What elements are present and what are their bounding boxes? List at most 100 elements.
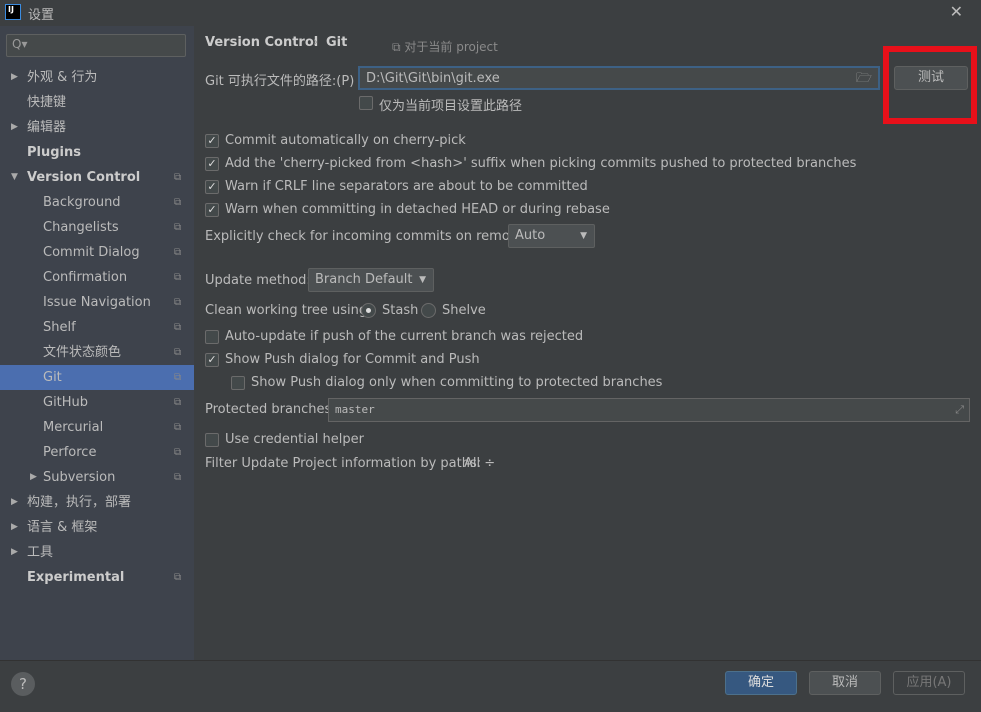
breadcrumb-separator: › (313, 35, 319, 50)
copy-icon: ⧉ (174, 222, 182, 233)
sidebar-item-label: Plugins (27, 145, 81, 160)
chevron-down-icon[interactable]: ▼ (11, 165, 18, 190)
copy-icon: ⧉ (174, 347, 182, 358)
stash-radio[interactable] (361, 303, 376, 318)
sidebar-item[interactable]: Git ⧉ (0, 365, 194, 390)
sidebar-item[interactable]: Experimental ⧉ (0, 565, 194, 590)
protected-branches-input[interactable]: master ⤢ (328, 398, 970, 422)
sidebar-item-label: Commit Dialog (43, 245, 140, 260)
folder-icon[interactable]: 🗁 (856, 68, 872, 90)
sidebar-item[interactable]: ▶ 外观 & 行为 (0, 65, 194, 90)
sidebar-item[interactable]: 快捷键 (0, 90, 194, 115)
sidebar-item[interactable]: ▶ 语言 & 框架 (0, 515, 194, 540)
breadcrumb-parent[interactable]: Version Control (205, 35, 318, 50)
sidebar-item-label: 构建，执行，部署 (27, 495, 132, 510)
sidebar-item[interactable]: Changelists ⧉ (0, 215, 194, 240)
option-label: Warn if CRLF line separators are about t… (225, 179, 588, 194)
chevron-right-icon[interactable]: ▶ (11, 65, 18, 90)
chevron-right-icon[interactable]: ▶ (11, 490, 18, 515)
git-path-input[interactable]: D:\Git\Git\bin\git.exe 🗁 (358, 66, 880, 90)
sidebar: Q▾ ▶ 外观 & 行为快捷键 ▶ 编辑器 Plugins ▼ Version Contro… (0, 26, 194, 660)
sidebar-item[interactable]: 文件状态颜色 ⧉ (0, 340, 194, 365)
chevron-right-icon[interactable]: ▶ (11, 515, 18, 540)
copy-icon: ⧉ (174, 372, 182, 383)
sidebar-item[interactable]: ▼ Version Control ⧉ (0, 165, 194, 190)
option-checkbox[interactable]: ✓ (205, 180, 219, 194)
copy-icon: ⧉ (392, 40, 405, 54)
update-method-dropdown[interactable]: Branch Default ▼ (308, 268, 434, 292)
auto-update-checkbox[interactable] (205, 330, 219, 344)
shelve-label: Shelve (442, 303, 486, 318)
copy-icon: ⧉ (174, 322, 182, 333)
credential-checkbox[interactable] (205, 433, 219, 447)
chevron-right-icon[interactable]: ▶ (11, 115, 18, 140)
settings-tree: ▶ 外观 & 行为快捷键 ▶ 编辑器 Plugins ▼ Version Control ⧉ B… (0, 65, 194, 590)
chevron-right-icon[interactable]: ▶ (30, 465, 37, 490)
sidebar-item[interactable]: Confirmation ⧉ (0, 265, 194, 290)
filter-dropdown[interactable]: All ÷ (464, 456, 495, 471)
highlight-box (883, 46, 977, 124)
git-path-label: Git 可执行文件的路径:(P) (205, 74, 355, 89)
show-push-protected-checkbox[interactable] (231, 376, 245, 390)
show-push-label: Show Push dialog for Commit and Push (225, 352, 480, 367)
cancel-button[interactable]: 取消 (809, 671, 881, 695)
ok-button[interactable]: 确定 (725, 671, 797, 695)
protected-branches-value: master (335, 403, 375, 416)
chevron-down-icon: ▼ (580, 231, 587, 241)
sidebar-item-label: Git (43, 370, 62, 385)
shelve-radio[interactable] (421, 303, 436, 318)
search-icon: Q▾ (12, 37, 28, 51)
sidebar-item-label: 文件状态颜色 (43, 345, 122, 360)
dialog-footer: ? 确定 取消 应用(A) (0, 660, 981, 712)
option-checkbox[interactable]: ✓ (205, 134, 219, 148)
copy-icon: ⧉ (174, 272, 182, 283)
chevron-right-icon[interactable]: ▶ (11, 540, 18, 565)
breadcrumb-current: Git (326, 35, 348, 50)
incoming-label: Explicitly check for incoming commits on… (205, 229, 535, 244)
copy-icon: ⧉ (174, 247, 182, 258)
sidebar-item[interactable]: Shelf ⧉ (0, 315, 194, 340)
sidebar-item[interactable]: Background ⧉ (0, 190, 194, 215)
clean-tree-label: Clean working tree using: (205, 303, 372, 318)
app-logo: IJ (5, 4, 21, 20)
sidebar-item[interactable]: ▶ 构建，执行，部署 (0, 490, 194, 515)
show-push-checkbox[interactable]: ✓ (205, 353, 219, 367)
copy-icon: ⧉ (174, 472, 182, 483)
sidebar-item-label: Perforce (43, 445, 97, 460)
sidebar-item[interactable]: ▶ 编辑器 (0, 115, 194, 140)
option-checkbox[interactable]: ✓ (205, 157, 219, 171)
window-title: 设置 (28, 8, 55, 23)
close-icon[interactable]: ✕ (950, 2, 963, 21)
search-input[interactable]: Q▾ (6, 34, 186, 57)
sidebar-item[interactable]: ▶ Subversion ⧉ (0, 465, 194, 490)
copy-icon: ⧉ (174, 447, 182, 458)
copy-icon: ⧉ (174, 397, 182, 408)
git-path-value: D:\Git\Git\bin\git.exe (366, 71, 500, 86)
sidebar-item-label: 外观 & 行为 (27, 70, 98, 85)
sidebar-item[interactable]: Commit Dialog ⧉ (0, 240, 194, 265)
incoming-dropdown[interactable]: Auto ▼ (508, 224, 595, 248)
copy-icon: ⧉ (174, 422, 182, 433)
sidebar-item-label: Changelists (43, 220, 119, 235)
expand-icon[interactable]: ⤢ (955, 399, 964, 421)
copy-icon: ⧉ (174, 172, 182, 183)
stash-label: Stash (382, 303, 419, 318)
sidebar-item-label: Mercurial (43, 420, 104, 435)
sidebar-item[interactable]: GitHub ⧉ (0, 390, 194, 415)
scope-label: ⧉ 对于当前 project (392, 38, 498, 55)
sidebar-item[interactable]: Plugins (0, 140, 194, 165)
sidebar-item-label: Issue Navigation (43, 295, 151, 310)
sidebar-item[interactable]: Mercurial ⧉ (0, 415, 194, 440)
apply-button[interactable]: 应用(A) (893, 671, 965, 695)
sidebar-item[interactable]: ▶ 工具 (0, 540, 194, 565)
help-button[interactable]: ? (11, 672, 35, 696)
update-method-value: Branch Default (315, 272, 413, 287)
protected-branches-label: Protected branches: (205, 402, 336, 417)
project-only-checkbox[interactable] (359, 96, 373, 110)
sidebar-item[interactable]: Perforce ⧉ (0, 440, 194, 465)
chevron-down-icon: ▼ (419, 275, 426, 285)
copy-icon: ⧉ (174, 297, 182, 308)
option-checkbox[interactable]: ✓ (205, 203, 219, 217)
credential-label: Use credential helper (225, 432, 364, 447)
sidebar-item[interactable]: Issue Navigation ⧉ (0, 290, 194, 315)
